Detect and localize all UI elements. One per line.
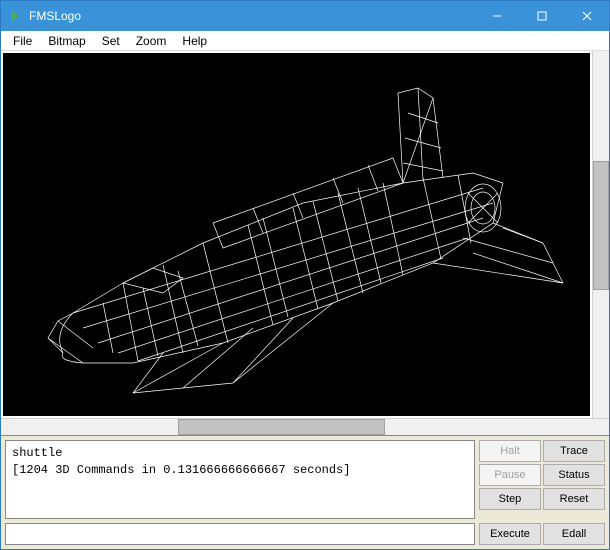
menu-set[interactable]: Set (94, 32, 128, 50)
reset-button[interactable]: Reset (543, 488, 605, 510)
drawing-canvas[interactable] (3, 53, 590, 416)
window-title: FMSLogo (29, 9, 474, 23)
horizontal-scrollbar-track[interactable] (1, 419, 592, 435)
step-button[interactable]: Step (479, 488, 541, 510)
canvas-area (1, 51, 609, 418)
vertical-scrollbar[interactable] (592, 51, 609, 418)
vertical-scrollbar-thumb[interactable] (593, 161, 609, 289)
exec-button-row: Execute Edall (479, 523, 605, 545)
maximize-button[interactable] (519, 1, 564, 31)
edall-button[interactable]: Edall (543, 523, 605, 545)
trace-button[interactable]: Trace (543, 440, 605, 462)
menu-file[interactable]: File (5, 32, 40, 50)
halt-button[interactable]: Halt (479, 440, 541, 462)
horizontal-scrollbar-thumb[interactable] (178, 419, 385, 435)
output-history[interactable]: shuttle [1204 3D Commands in 0.131666666… (5, 440, 475, 519)
window-controls (474, 1, 609, 31)
button-grid: Halt Trace Pause Status Step Reset (479, 440, 605, 519)
play-icon (7, 8, 23, 24)
titlebar[interactable]: FMSLogo (1, 1, 609, 31)
command-input[interactable] (5, 523, 475, 545)
commander-panel: shuttle [1204 3D Commands in 0.131666666… (1, 435, 609, 549)
output-line: [1204 3D Commands in 0.131666666666667 s… (12, 463, 350, 477)
output-line: shuttle (12, 446, 62, 460)
close-button[interactable] (564, 1, 609, 31)
execute-button[interactable]: Execute (479, 523, 541, 545)
menu-zoom[interactable]: Zoom (128, 32, 175, 50)
menubar: File Bitmap Set Zoom Help (1, 31, 609, 51)
horizontal-scrollbar[interactable] (1, 418, 609, 435)
application-window: FMSLogo File Bitmap Set Zoom Help (0, 0, 610, 550)
scrollbar-corner (592, 419, 609, 435)
pause-button[interactable]: Pause (479, 464, 541, 486)
menu-help[interactable]: Help (174, 32, 215, 50)
minimize-button[interactable] (474, 1, 519, 31)
status-button[interactable]: Status (543, 464, 605, 486)
menu-bitmap[interactable]: Bitmap (40, 32, 93, 50)
